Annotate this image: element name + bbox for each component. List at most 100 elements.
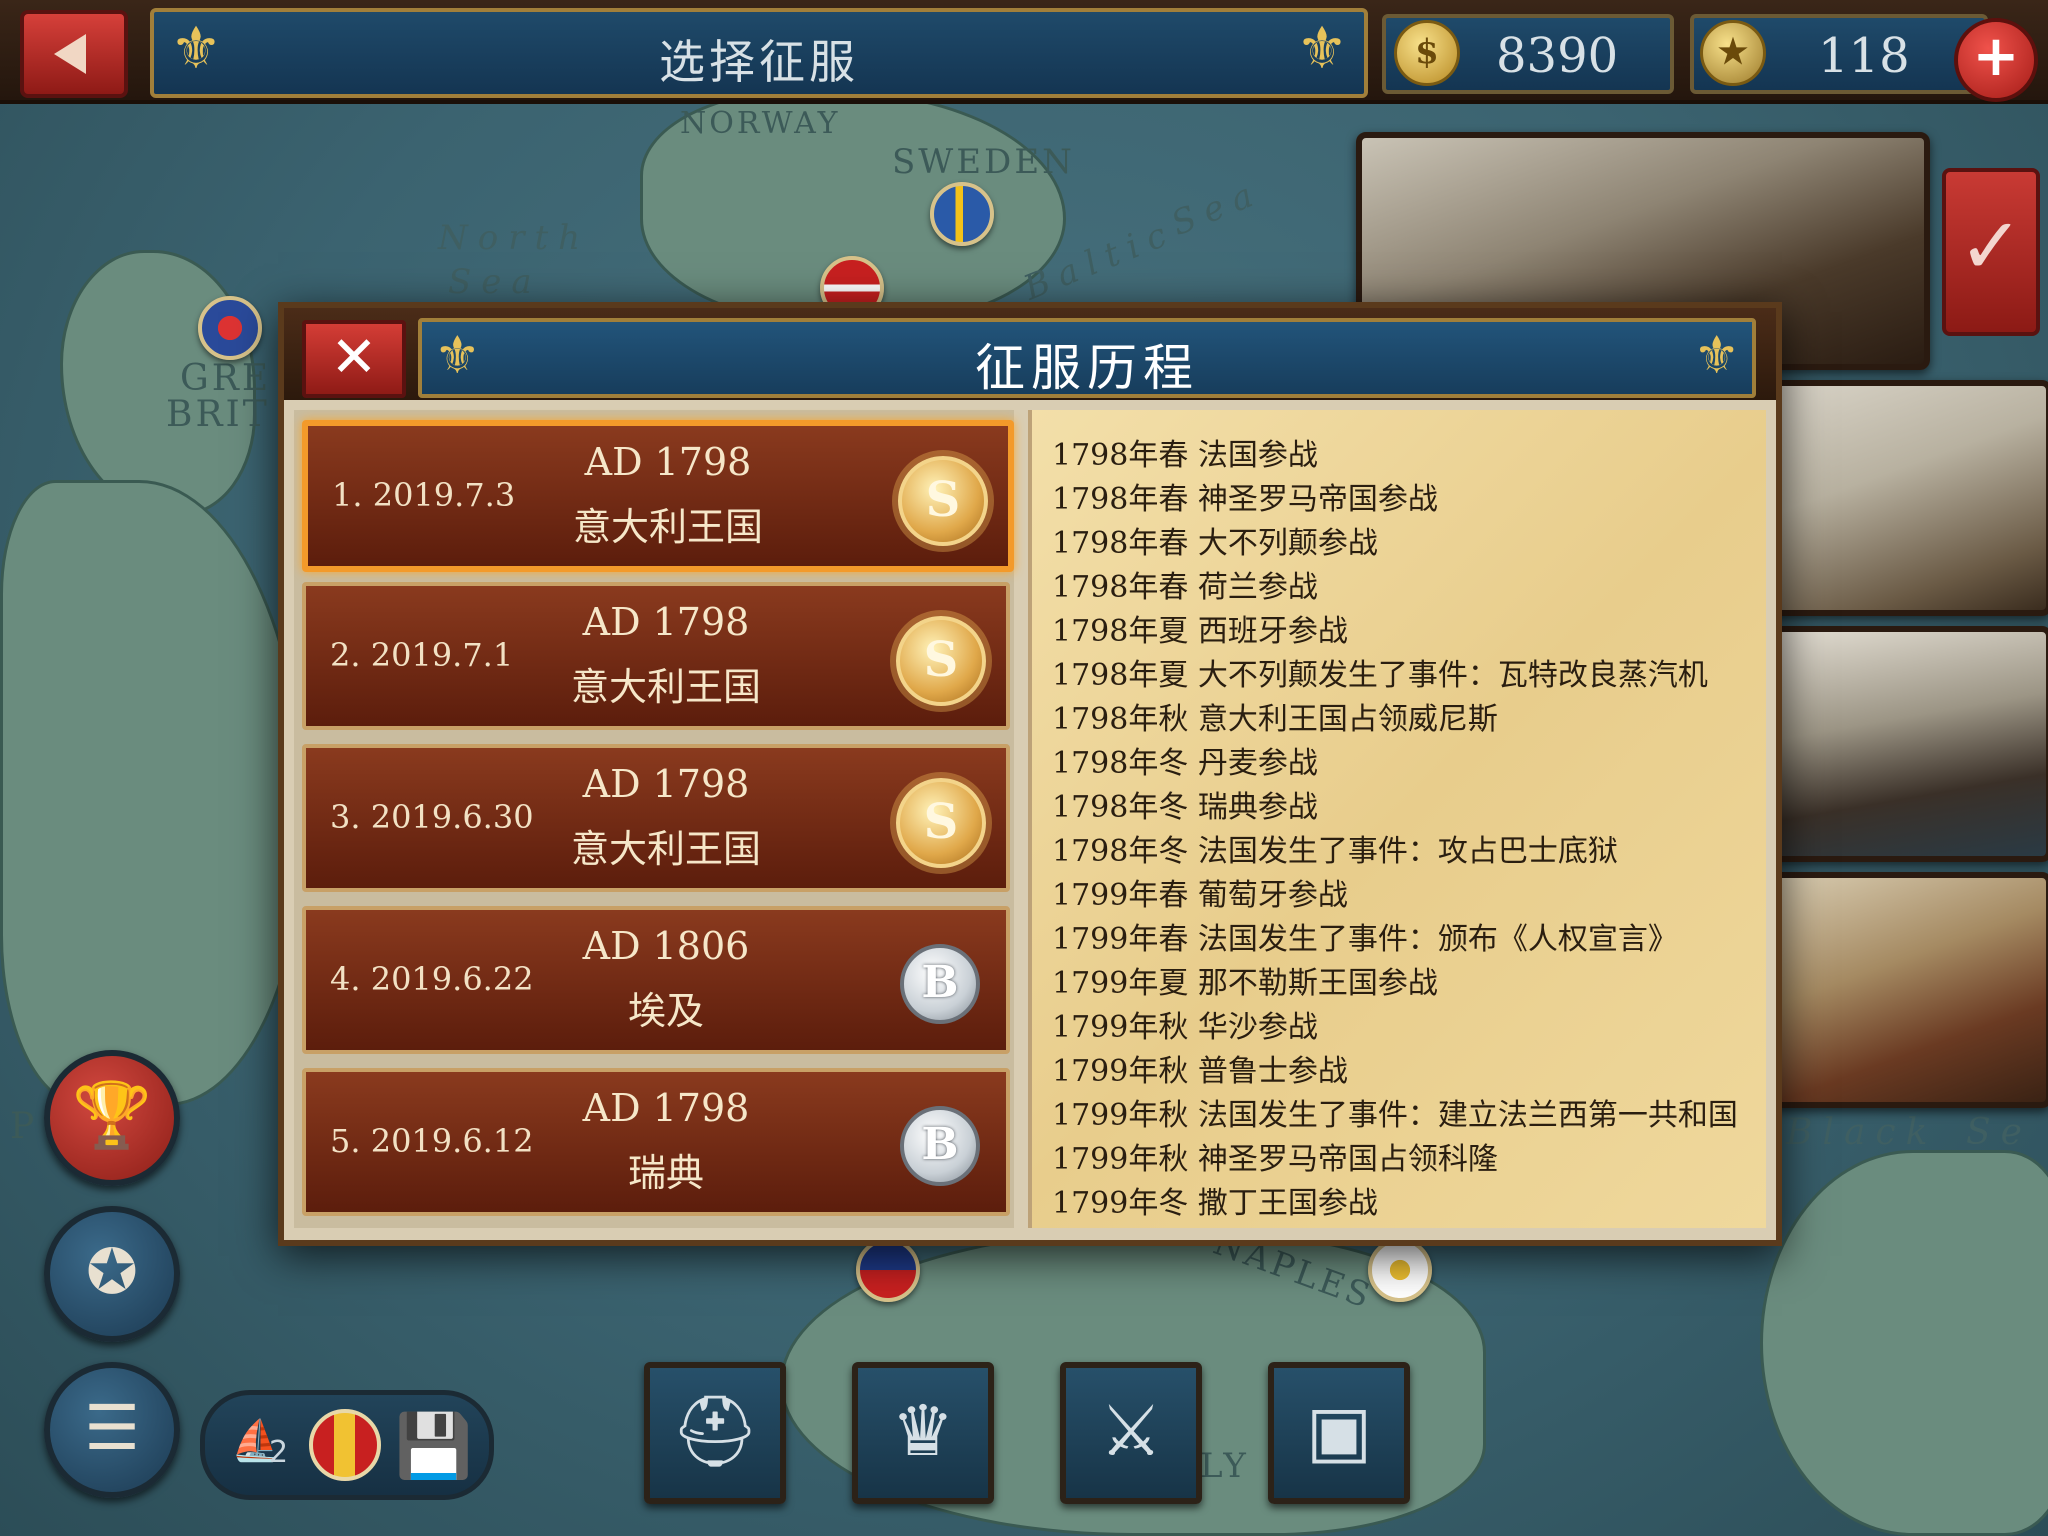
map-label-north-sea: Sea xyxy=(448,262,542,302)
log-line: 1798年冬 瑞典参战 xyxy=(1052,790,1318,825)
gold-value: 8390 xyxy=(1496,28,1619,84)
painting-cavalry[interactable] xyxy=(1762,872,2048,1108)
record-row[interactable]: 5. 2019.6.12 AD 1798 瑞典 B xyxy=(302,1068,1010,1216)
flag-pin-britain[interactable] xyxy=(198,296,262,360)
gold-coin-icon: $ xyxy=(1394,20,1460,86)
record-year: AD 1798 xyxy=(584,440,752,484)
record-row[interactable]: 2. 2019.7.1 AD 1798 意大利王国 S xyxy=(302,582,1010,730)
log-line: 1799年秋 普鲁士参战 xyxy=(1052,1054,1348,1089)
log-line: 1799年秋 法国发生了事件：建立法兰西第一共和国 xyxy=(1052,1098,1738,1133)
record-date: 5. 2019.6.12 xyxy=(330,1122,534,1160)
fleet-count: 2 xyxy=(269,1435,289,1470)
log-line: 1799年冬 撒丁王国参战 xyxy=(1052,1186,1378,1221)
fleur-de-lis-icon: ⚜ xyxy=(1296,14,1348,82)
fleur-de-lis-icon: ⚜ xyxy=(1693,326,1740,386)
log-line: 1798年夏 大不列颠发生了事件：瓦特改良蒸汽机 xyxy=(1052,658,1708,693)
b-medal-icon: B xyxy=(900,944,980,1024)
record-year: AD 1798 xyxy=(582,600,750,644)
plus-icon: + xyxy=(1972,24,2020,89)
painting-napoleon[interactable] xyxy=(1762,380,2048,616)
map-label-black-sea: Se xyxy=(1966,1112,2032,1153)
s-medal-icon: S xyxy=(896,778,986,868)
chest-icon: ▣ xyxy=(1305,1390,1373,1472)
badge-button[interactable]: ✪ xyxy=(44,1206,180,1342)
log-line: 1798年秋 意大利王国占领威尼斯 xyxy=(1052,702,1498,737)
record-nation: 意大利王国 xyxy=(570,827,761,871)
back-button[interactable] xyxy=(20,10,128,98)
record-year: AD 1806 xyxy=(582,924,750,968)
scroll-button[interactable]: ☰ xyxy=(44,1362,180,1498)
military-icon: ⚔ xyxy=(1099,1390,1163,1472)
page-title: 选择征服 xyxy=(659,35,859,89)
record-year: AD 1798 xyxy=(582,762,750,806)
land-east xyxy=(1760,1150,2048,1536)
record-row[interactable]: 4. 2019.6.22 AD 1806 埃及 B xyxy=(302,906,1010,1054)
crown-button[interactable]: ♛ xyxy=(852,1362,994,1504)
status-pill: ⛵ 2 💾 xyxy=(200,1390,494,1500)
log-line: 1798年春 荷兰参战 xyxy=(1052,570,1318,605)
dialog-title: 征服历程 xyxy=(975,339,1199,397)
checkmark-icon: ✓ xyxy=(1958,202,2024,292)
dialog-header: ✕ ⚜ 征服历程 ⚜ xyxy=(284,308,1776,400)
badge-icon: ✪ xyxy=(86,1235,138,1308)
history-log[interactable]: 1798年春 法国参战 1798年春 神圣罗马帝国参战 1798年春 大不列颠参… xyxy=(1028,410,1766,1228)
conquest-history-dialog: ✕ ⚜ 征服历程 ⚜ 1. 2019.7.3 AD 1798 意大利王国 S 2… xyxy=(278,302,1782,1246)
record-date: 1. 2019.7.3 xyxy=(332,476,516,514)
b-medal-icon: B xyxy=(900,1106,980,1186)
record-list: 1. 2019.7.3 AD 1798 意大利王国 S 2. 2019.7.1 … xyxy=(294,410,1014,1228)
record-year: AD 1798 xyxy=(582,1086,750,1130)
log-line: 1798年冬 法国发生了事件：攻占巴士底狱 xyxy=(1052,834,1618,869)
flag-pin-sweden[interactable] xyxy=(930,182,994,246)
record-nation: 瑞典 xyxy=(627,1151,704,1195)
log-line: 1799年秋 神圣罗马帝国占领科隆 xyxy=(1052,1142,1498,1177)
record-nation: 埃及 xyxy=(627,989,704,1033)
record-date: 3. 2019.6.30 xyxy=(330,798,534,836)
s-medal-icon: S xyxy=(898,456,988,546)
log-line: 1798年冬 丹麦参战 xyxy=(1052,746,1318,781)
map-label-black: Black xyxy=(1786,1112,1938,1153)
log-line: 1798年春 大不列颠参战 xyxy=(1052,526,1378,561)
record-nation: 意大利王国 xyxy=(572,505,763,549)
medal-value: 118 xyxy=(1818,28,1910,84)
gold-panel: $ 8390 xyxy=(1382,14,1674,94)
trophy-button[interactable]: 🏆 xyxy=(44,1050,180,1186)
log-line: 1799年春 葡萄牙参战 xyxy=(1052,878,1348,913)
map-label-north: North xyxy=(438,218,591,258)
record-row[interactable]: 1. 2019.7.3 AD 1798 意大利王国 S xyxy=(302,420,1014,572)
map-label-baltic-sea: Sea xyxy=(1165,171,1268,245)
flag-icon[interactable] xyxy=(309,1409,381,1481)
general-icon: ⛑ xyxy=(670,1390,760,1472)
military-button[interactable]: ⚔ xyxy=(1060,1362,1202,1504)
map-label-sweden: SWEDEN xyxy=(892,142,1075,182)
close-button[interactable]: ✕ xyxy=(302,320,406,398)
log-line: 1798年春 法国参战 xyxy=(1052,438,1318,473)
trophy-icon: 🏆 xyxy=(72,1079,152,1153)
medal-panel: ★ 118 xyxy=(1690,14,1988,94)
back-arrow-icon xyxy=(54,34,86,74)
confirm-button[interactable]: ✓ xyxy=(1942,168,2040,336)
painting-naval[interactable] xyxy=(1762,626,2048,862)
general-button[interactable]: ⛑ xyxy=(644,1362,786,1504)
log-line: 1799年夏 那不勒斯王国参战 xyxy=(1052,966,1438,1001)
chest-button[interactable]: ▣ xyxy=(1268,1362,1410,1504)
flag-pin-naples[interactable] xyxy=(1368,1238,1432,1302)
s-medal-icon: S xyxy=(896,616,986,706)
map-label-italy: LY xyxy=(1200,1446,1249,1486)
add-medals-button[interactable]: + xyxy=(1954,18,2038,102)
map-label-great: GRE xyxy=(180,358,272,399)
crown-icon: ♛ xyxy=(891,1390,955,1472)
log-line: 1798年春 神圣罗马帝国参战 xyxy=(1052,482,1438,517)
record-nation: 意大利王国 xyxy=(570,665,761,709)
flag-pin-sardinia[interactable] xyxy=(856,1238,920,1302)
log-line: 1798年夏 西班牙参战 xyxy=(1052,614,1348,649)
record-date: 4. 2019.6.22 xyxy=(330,960,534,998)
log-line: 1799年秋 华沙参战 xyxy=(1052,1010,1318,1045)
close-icon: ✕ xyxy=(330,325,378,390)
map-label-britain: BRIT xyxy=(166,394,270,435)
record-date: 2. 2019.7.1 xyxy=(330,636,514,674)
record-row[interactable]: 3. 2019.6.30 AD 1798 意大利王国 S xyxy=(302,744,1010,892)
top-bar: ⚜ 选择征服 ⚜ $ 8390 ★ 118 + xyxy=(0,0,2048,104)
scroll-icon: ☰ xyxy=(84,1391,140,1464)
save-icon[interactable]: 💾 xyxy=(395,1409,472,1483)
log-line: 1799年春 法国发生了事件：颁布《人权宣言》 xyxy=(1052,922,1678,957)
